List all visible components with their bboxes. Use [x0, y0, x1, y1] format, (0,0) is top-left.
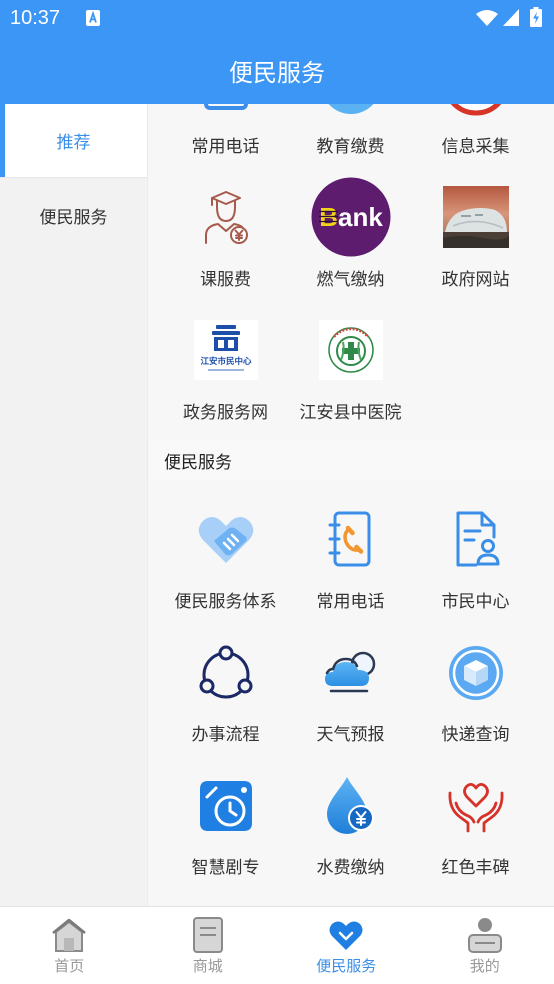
citizen-center-icon — [444, 507, 508, 571]
nav-label: 首页 — [54, 957, 85, 975]
phone-book-icon — [194, 104, 258, 116]
service-item-citizen-center[interactable]: 市民中心 — [413, 496, 538, 629]
service-item-label: 常用电话 — [316, 592, 385, 612]
sidebar-item-label: 便民服务 — [39, 207, 108, 228]
service-item-hospital[interactable]: 江安县中医院 — [288, 307, 413, 440]
bank-logo-rest: ank — [337, 202, 382, 232]
weather-icon — [319, 640, 383, 704]
sidebar-item-label: 推荐 — [56, 133, 91, 153]
service-content-scroll: 常用电话 教育缴费 信息采集 课服费 Bank 燃气缴纳 政府网站 江安市民中心… — [149, 104, 554, 895]
service-item-label: 红色丰碑 — [441, 858, 510, 878]
section-title: 便民服务 — [149, 440, 554, 480]
process-flow-icon — [194, 640, 258, 704]
service-item-gas-fee[interactable]: Bank 燃气缴纳 — [288, 174, 413, 307]
service-item-label: 市民中心 — [441, 592, 510, 612]
home-icon — [52, 918, 87, 952]
heart-service-icon — [329, 921, 363, 950]
service-item-label: 快递查询 — [441, 725, 510, 745]
service-item-label: 天气预报 — [316, 725, 385, 745]
service-item-smart[interactable]: 智慧剧专 — [163, 762, 288, 895]
nav-label: 我的 — [469, 957, 500, 975]
service-item-info-collect[interactable]: 信息采集 — [413, 104, 538, 174]
nav-item-home[interactable]: 首页 — [0, 907, 139, 984]
convenience-grid: 便民服务体系 常用电话 市民中心 办事流程 天气预报 快递查询 智慧剧专 水费缴… — [149, 480, 554, 895]
service-content-panel[interactable]: 常用电话 教育缴费 信息采集 课服费 Bank 燃气缴纳 政府网站 江安市民中心… — [149, 104, 554, 906]
mall-icon — [192, 917, 223, 953]
sidebar-item-convenience-services[interactable]: 便民服务 — [0, 178, 147, 252]
service-item-label: 教育缴费 — [316, 137, 385, 157]
bottom-nav: 首页 商城 便民服务 我的 — [0, 906, 554, 984]
nav-label: 便民服务 — [316, 957, 377, 975]
wifi-icon — [476, 10, 498, 26]
service-item-label: 课服费 — [200, 270, 251, 290]
service-item-label: 智慧剧专 — [191, 858, 260, 878]
page-title: 便民服务 — [229, 59, 325, 87]
service-item-water-fee[interactable]: 水费缴纳 — [288, 762, 413, 895]
service-item-process[interactable]: 办事流程 — [163, 629, 288, 762]
smart-clock-icon — [194, 773, 258, 837]
citizen-center-logo-text: 江安市民中心 — [200, 356, 252, 367]
water-fee-icon — [319, 773, 383, 837]
hospital-logo-icon — [318, 318, 383, 382]
service-item-service-system[interactable]: 便民服务体系 — [163, 496, 288, 629]
service-item-label: 政府网站 — [441, 270, 510, 290]
citizen-center-logo-icon: 江安市民中心 — [193, 318, 258, 382]
signal-icon — [503, 9, 519, 26]
service-item-common-phone[interactable]: 常用电话 — [163, 104, 288, 174]
delivery-box-icon — [444, 640, 508, 704]
service-item-education-fee[interactable]: 教育缴费 — [288, 104, 413, 174]
service-item-label: 办事流程 — [191, 725, 260, 745]
nav-label: 商城 — [192, 957, 223, 975]
status-bar: 10:37 — [0, 0, 554, 37]
sidebar-item-recommended[interactable]: 推荐 — [0, 104, 147, 178]
service-item-label: 信息采集 — [441, 137, 510, 157]
profile-icon — [467, 918, 502, 953]
education-fee-icon — [319, 104, 383, 116]
nav-item-convenience-services[interactable]: 便民服务 — [277, 907, 416, 984]
service-item-weather[interactable]: 天气预报 — [288, 629, 413, 762]
nav-item-mall[interactable]: 商城 — [139, 907, 278, 984]
graduate-fee-icon — [194, 185, 258, 249]
service-item-label: 燃气缴纳 — [316, 270, 385, 290]
category-sidebar: 推荐 便民服务 — [0, 104, 148, 906]
service-item-label: 水费缴纳 — [316, 858, 385, 878]
status-time: 10:37 — [10, 7, 61, 29]
service-item-common-phone-2[interactable]: 常用电话 — [288, 496, 413, 629]
battery-charging-icon — [530, 7, 542, 27]
recommended-grid: 常用电话 教育缴费 信息采集 课服费 Bank 燃气缴纳 政府网站 江安市民中心… — [149, 104, 554, 440]
service-item-government-site[interactable]: 政府网站 — [413, 174, 538, 307]
government-photo-icon — [442, 185, 509, 249]
phone-book-icon — [319, 507, 383, 571]
nav-item-profile[interactable]: 我的 — [416, 907, 554, 984]
service-item-label: 江安县中医院 — [299, 403, 402, 423]
a-badge-icon — [86, 10, 100, 26]
info-collect-icon — [444, 104, 508, 116]
app-header: 便民服务 — [0, 37, 554, 104]
service-item-label: 便民服务体系 — [174, 592, 277, 612]
service-item-label: 常用电话 — [191, 137, 260, 157]
service-item-course-fee[interactable]: 课服费 — [163, 174, 288, 307]
service-item-label: 政务服务网 — [183, 403, 268, 423]
service-item-delivery[interactable]: 快递查询 — [413, 629, 538, 762]
red-heart-hands-icon — [444, 773, 508, 837]
bank-logo-icon: Bank — [311, 177, 390, 257]
service-item-red-monument[interactable]: 红色丰碑 — [413, 762, 538, 895]
handshake-icon — [194, 507, 258, 571]
service-item-gov-service-net[interactable]: 江安市民中心 政务服务网 — [163, 307, 288, 440]
